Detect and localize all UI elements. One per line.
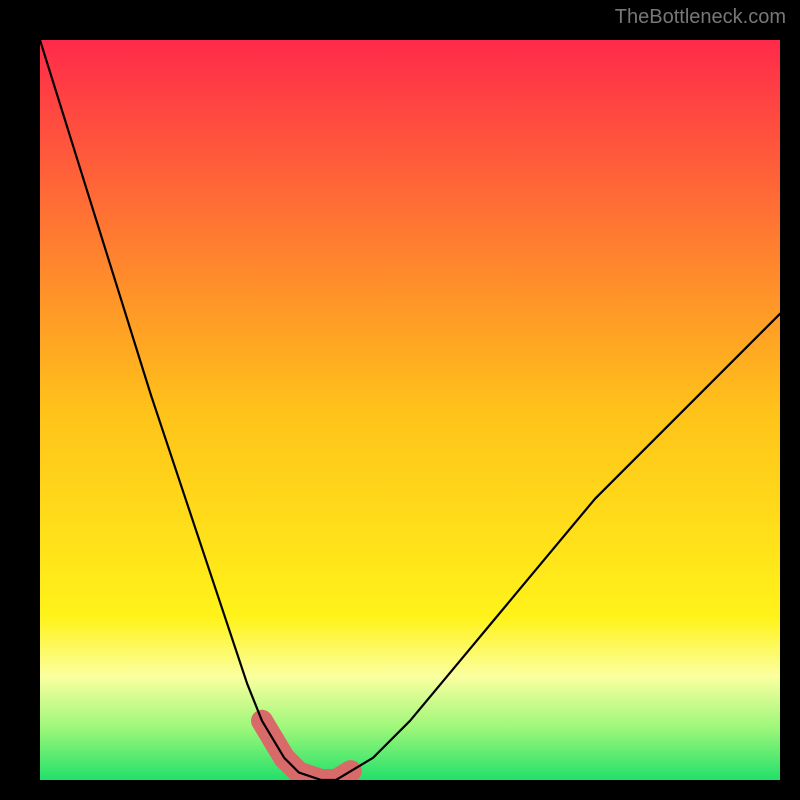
plot-area	[40, 40, 780, 780]
gradient-background	[40, 40, 780, 780]
chart-frame: TheBottleneck.com	[0, 0, 800, 800]
watermark-text: TheBottleneck.com	[615, 6, 786, 29]
bottleneck-curve-svg	[40, 40, 780, 780]
